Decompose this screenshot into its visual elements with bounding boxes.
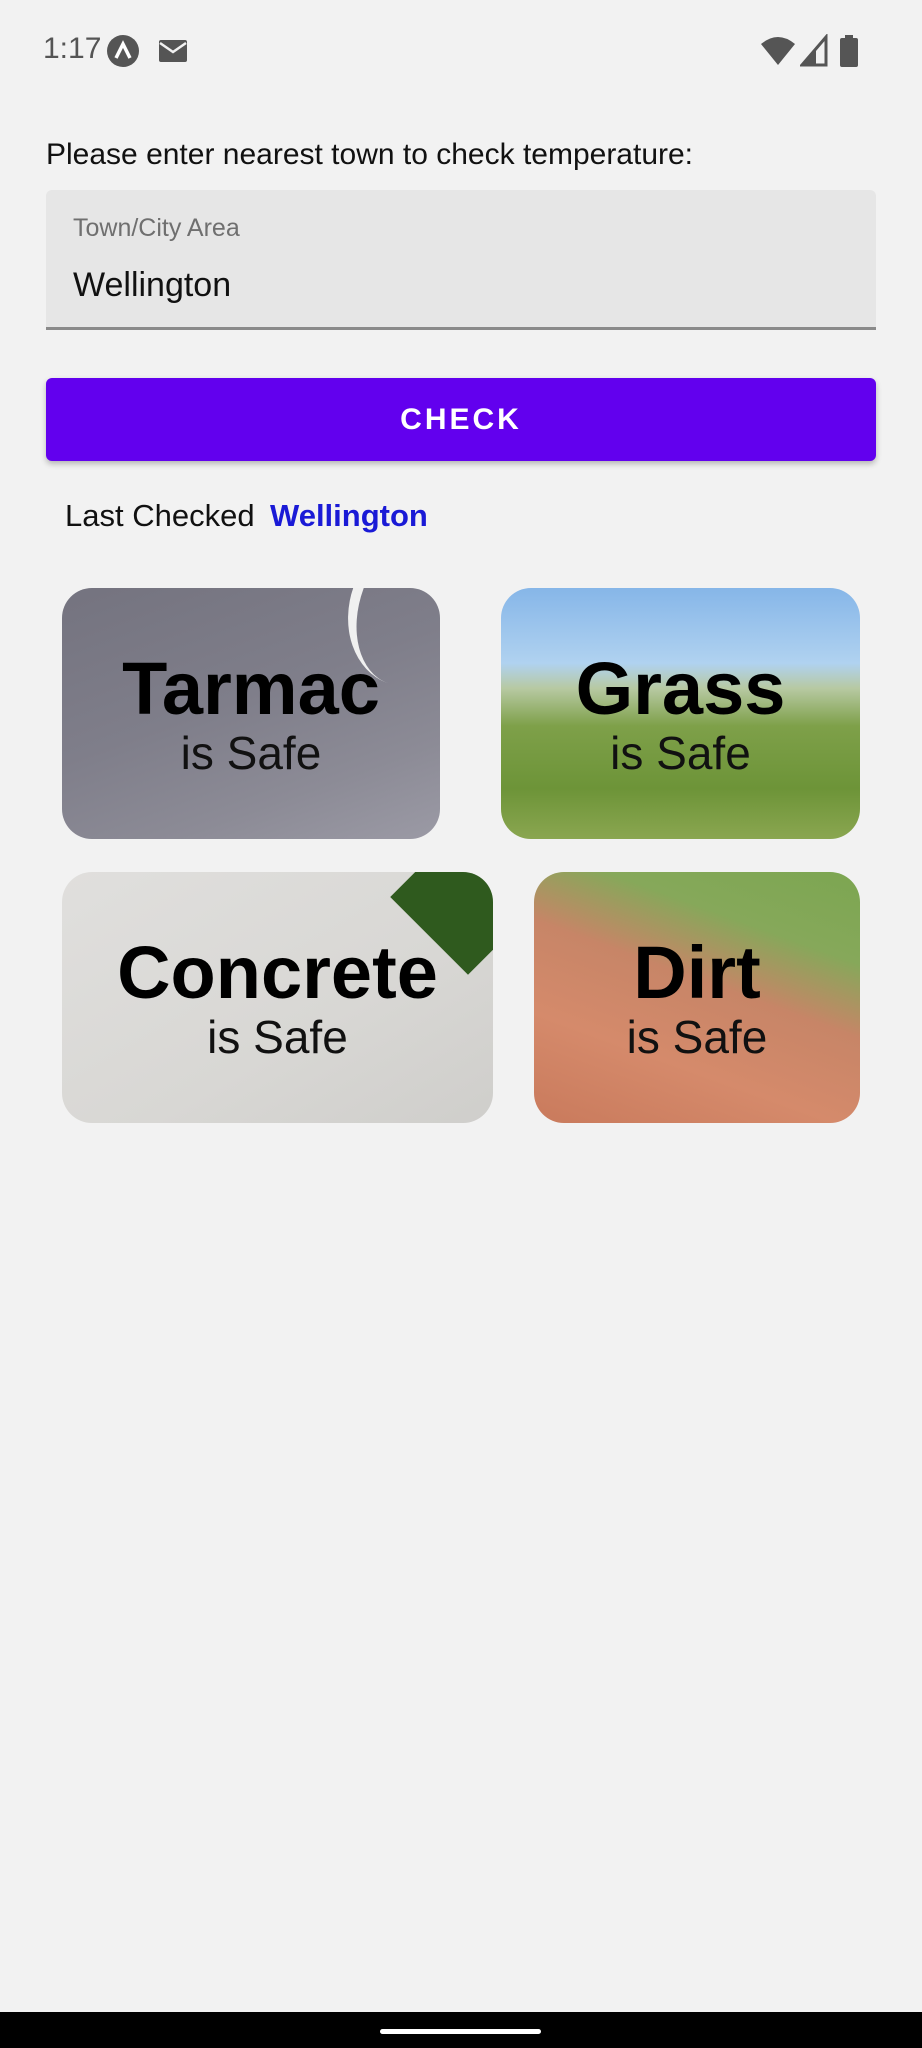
surface-status: is Safe — [610, 727, 751, 779]
surface-name: Dirt — [633, 931, 761, 1014]
mail-icon — [159, 40, 187, 62]
surface-status: is Safe — [207, 1011, 348, 1063]
status-bar: 1:17 — [0, 0, 922, 100]
surface-status: is Safe — [626, 1011, 768, 1063]
signal-icon — [800, 34, 828, 67]
surface-card-dirt: Dirt is Safe — [534, 872, 860, 1123]
surface-status: is Safe — [180, 727, 322, 779]
town-field-label: Town/City Area — [73, 214, 240, 242]
surface-name: Grass — [575, 647, 786, 730]
prompt-text: Please enter nearest town to check tempe… — [46, 138, 694, 171]
app-badge-icon — [107, 35, 139, 67]
surface-name: Tarmac — [122, 647, 380, 730]
status-time: 1:17 — [43, 32, 102, 65]
navigation-bar — [0, 2012, 922, 2048]
surface-card-concrete: Concrete is Safe — [62, 872, 493, 1123]
surface-name: Concrete — [117, 931, 438, 1014]
town-field[interactable]: Town/City Area — [46, 190, 876, 330]
check-button[interactable]: CHECK — [46, 378, 876, 461]
home-gesture-handle[interactable] — [380, 2029, 541, 2034]
wifi-icon — [761, 37, 795, 65]
last-checked-town: Wellington — [270, 498, 428, 533]
surface-card-grass: Grass is Safe — [501, 588, 860, 839]
town-input[interactable] — [73, 260, 833, 310]
last-checked-label: Last Checked — [65, 498, 255, 533]
battery-icon — [840, 35, 858, 67]
surface-card-tarmac: Tarmac is Safe — [62, 588, 440, 839]
